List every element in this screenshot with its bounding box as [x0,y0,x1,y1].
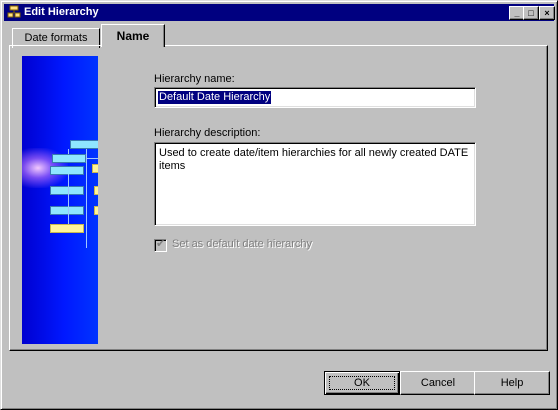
hierarchy-name-label: Hierarchy name: [154,73,235,85]
hierarchy-node [50,206,84,215]
connector-line [68,174,69,224]
hierarchy-description-value: Used to create date/item hierarchies for… [159,147,469,172]
dialog-title: Edit Hierarchy [24,6,99,18]
cancel-button[interactable]: Cancel [400,371,476,395]
hierarchy-node [50,186,84,195]
hierarchy-node [52,154,86,163]
hierarchy-node [70,140,98,149]
checkmark-icon: ✔ [156,238,166,250]
hierarchy-description-textarea[interactable]: Used to create date/item hierarchies for… [154,142,476,226]
ok-button[interactable]: OK [324,371,400,395]
default-hierarchy-checkbox-label: Set as default date hierarchy [172,238,313,250]
hierarchy-node [92,164,98,173]
hierarchy-node [50,166,84,175]
close-button[interactable]: × [539,6,555,20]
hierarchy-node [94,206,98,215]
default-hierarchy-checkbox[interactable]: ✔ [154,238,167,252]
hierarchy-name-input[interactable]: Default Date Hierarchy [154,87,476,108]
hierarchy-node [50,224,84,233]
help-button[interactable]: Help [474,371,550,395]
hierarchy-app-icon [7,5,21,18]
focus-rectangle [329,376,395,390]
connector-line [86,148,87,248]
maximize-button[interactable]: □ [523,6,539,20]
title-bar[interactable]: Edit Hierarchy _ □ × [4,4,555,21]
tab-name[interactable]: Name [101,24,165,47]
hierarchy-node [94,186,98,195]
hierarchy-description-label: Hierarchy description: [154,127,261,139]
hierarchy-diagram-illustration [22,56,98,344]
hierarchy-name-value: Default Date Hierarchy [158,91,272,104]
